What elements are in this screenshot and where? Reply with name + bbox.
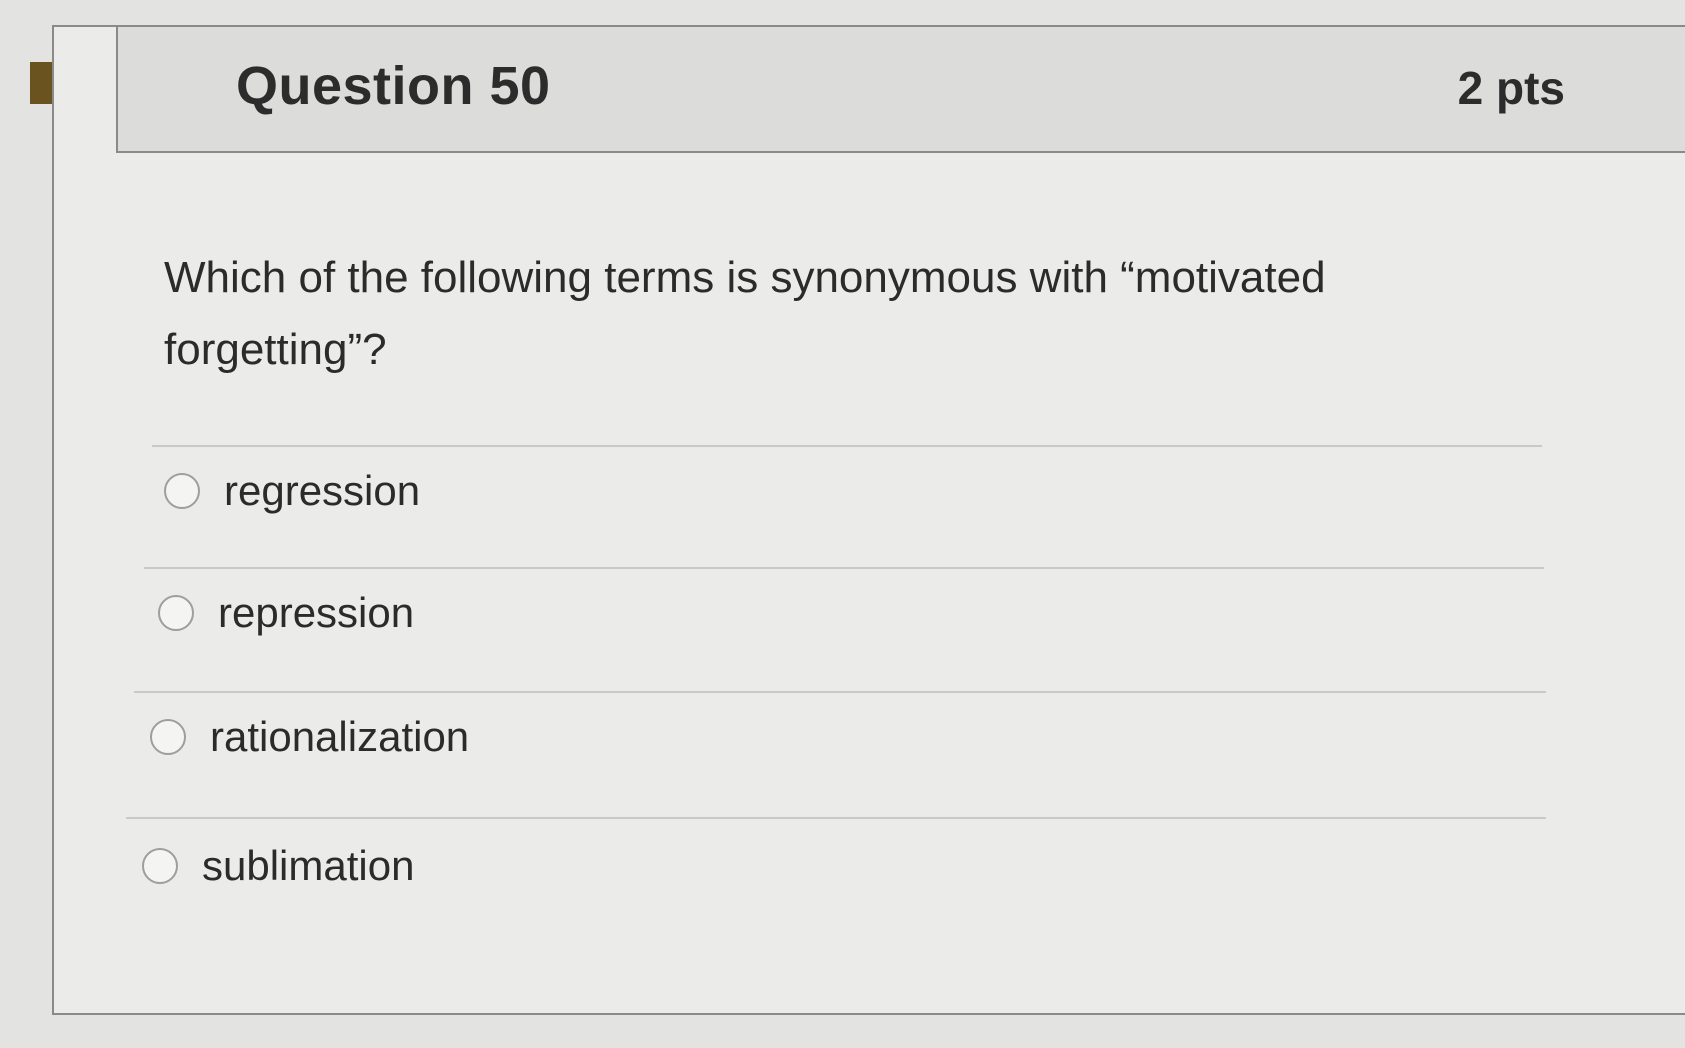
answer-label: repression [218, 589, 415, 636]
question-header: Question 50 2 pts [116, 27, 1685, 153]
question-title: Question 50 [236, 56, 551, 116]
radio-button[interactable] [142, 848, 178, 884]
answer-option[interactable]: sublimation [142, 842, 414, 890]
answer-option[interactable]: regression [164, 467, 420, 515]
question-card: Question 50 2 pts Which of the following… [52, 25, 1685, 1015]
answer-divider [126, 817, 1546, 819]
radio-button[interactable] [158, 595, 194, 631]
answer-label: regression [224, 467, 421, 514]
answer-option[interactable]: repression [158, 589, 414, 637]
answer-divider [152, 445, 1542, 447]
radio-button[interactable] [150, 719, 186, 755]
question-points: 2 pts [1457, 62, 1565, 114]
answer-option[interactable]: rationalization [150, 713, 469, 761]
answer-divider [144, 567, 1544, 569]
radio-button[interactable] [164, 473, 200, 509]
answer-divider [134, 691, 1546, 693]
answer-label: rationalization [210, 713, 470, 760]
answer-label: sublimation [202, 842, 415, 889]
question-text: Which of the following terms is synonymo… [164, 253, 1326, 374]
